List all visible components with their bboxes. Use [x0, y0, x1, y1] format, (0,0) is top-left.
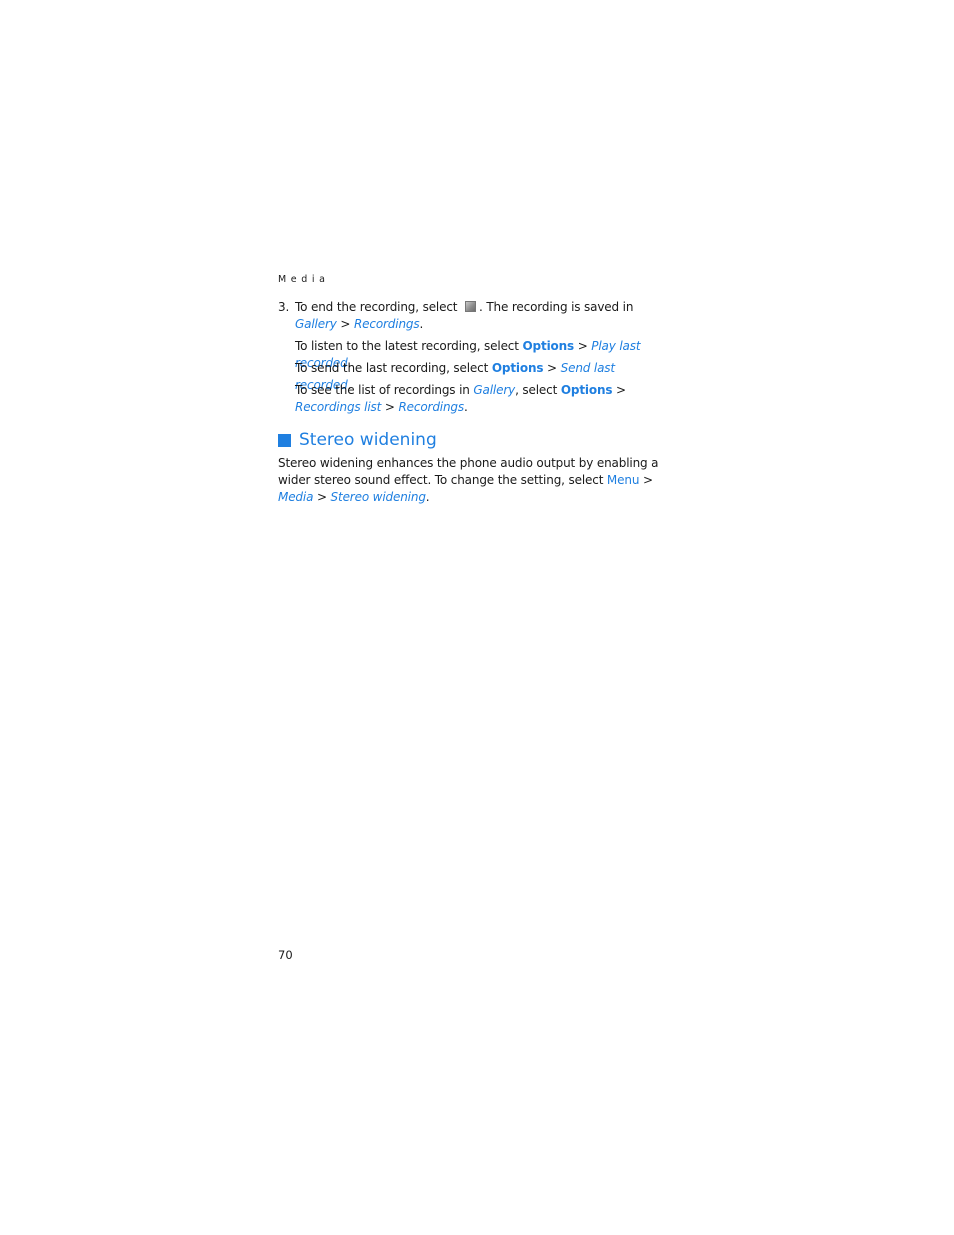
recordings-item[interactable]: Recordings: [398, 400, 464, 414]
para-intro: To send the last recording, select: [295, 361, 489, 375]
options-menu[interactable]: Options: [561, 383, 613, 397]
media-link[interactable]: Media: [278, 490, 313, 504]
period: .: [425, 490, 430, 504]
step-text-after: . The recording is saved in: [479, 300, 634, 314]
paragraph-recordings-list: To see the list of recordings in Gallery…: [295, 382, 667, 416]
section-heading: Stereo widening: [278, 430, 437, 450]
stereo-widening-link[interactable]: Stereo widening: [331, 490, 426, 504]
path-gallery[interactable]: Gallery: [295, 317, 337, 331]
running-head: Media: [278, 274, 330, 285]
section-body-text: Stereo widening enhances the phone audio…: [278, 456, 659, 487]
period: .: [419, 317, 424, 331]
menu-link[interactable]: Menu: [607, 473, 640, 487]
page-number: 70: [278, 948, 293, 962]
manual-page: Media 3. To end the recording, select . …: [0, 0, 954, 1235]
step-text-before: To end the recording, select: [295, 300, 458, 314]
options-menu[interactable]: Options: [492, 361, 544, 375]
para-intro: To see the list of recordings in: [295, 383, 470, 397]
para-mid: , select: [515, 383, 558, 397]
para-intro: To listen to the latest recording, selec…: [295, 339, 519, 353]
gallery-link[interactable]: Gallery: [473, 383, 515, 397]
section-heading-text: Stereo widening: [299, 430, 437, 450]
separator: >: [340, 317, 351, 331]
separator: >: [616, 383, 626, 397]
period: .: [464, 400, 468, 414]
step-text: To end the recording, select . The recor…: [295, 299, 667, 333]
square-bullet-icon: [278, 433, 291, 447]
path-recordings[interactable]: Recordings: [354, 317, 420, 331]
stop-icon: [465, 301, 477, 312]
separator: >: [547, 361, 557, 375]
recordings-list-item[interactable]: Recordings list: [295, 400, 381, 414]
separator: >: [577, 339, 588, 353]
options-menu[interactable]: Options: [523, 339, 575, 353]
separator: >: [384, 400, 395, 414]
separator: >: [316, 490, 327, 504]
separator: >: [642, 473, 653, 487]
step-number: 3.: [278, 300, 290, 314]
section-body: Stereo widening enhances the phone audio…: [278, 455, 668, 506]
